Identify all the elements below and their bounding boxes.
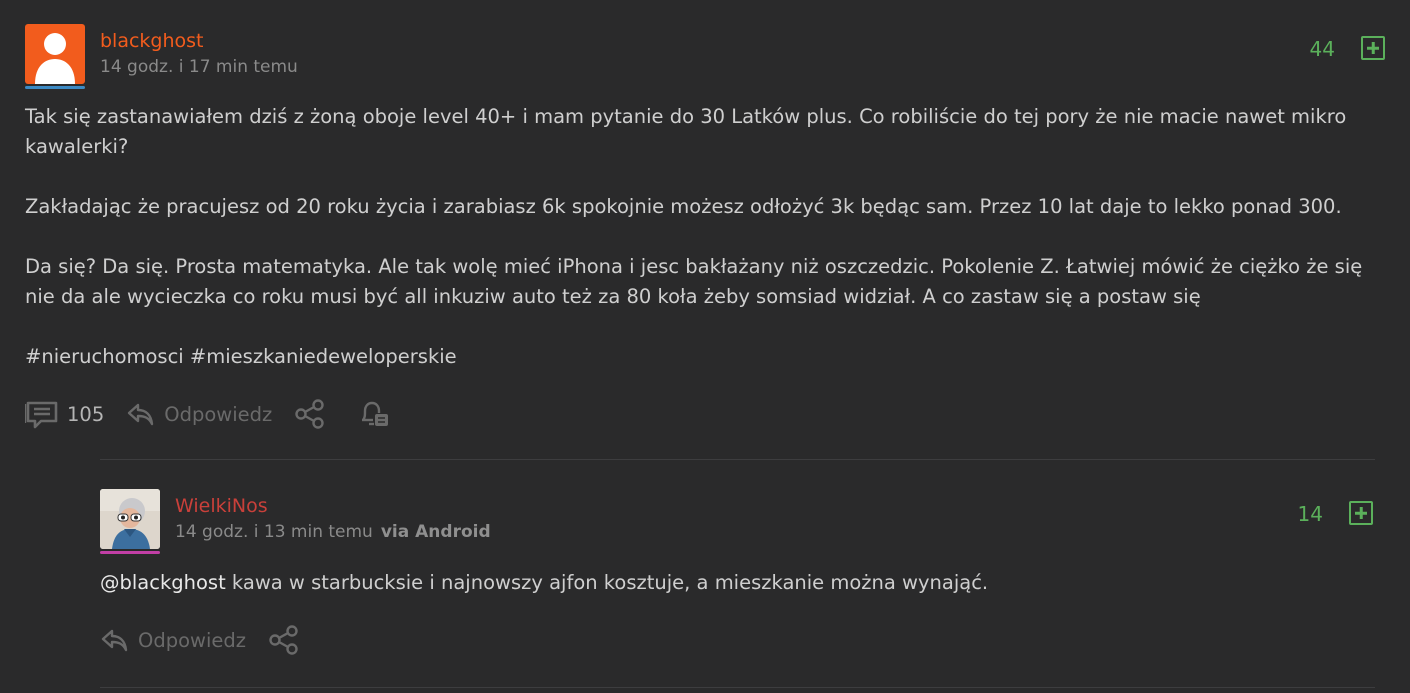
- user-photo-avatar: [100, 489, 160, 549]
- comment-meta: 14 godz. i 13 min temu via Android: [175, 521, 491, 543]
- author-name[interactable]: blackghost: [100, 29, 204, 53]
- comment-plus-vote-button[interactable]: [1349, 501, 1373, 525]
- default-avatar-icon: [35, 33, 75, 84]
- comments-count[interactable]: 105: [67, 403, 104, 426]
- reply-icon[interactable]: [126, 400, 154, 428]
- entry-body: Tak się zastanawiałem dziś z żoną oboje …: [25, 102, 1375, 372]
- entry-paragraph: [25, 162, 1375, 192]
- divider: [100, 459, 1375, 460]
- entry-paragraph: [25, 222, 1375, 252]
- comments-icon[interactable]: [25, 399, 59, 429]
- via-source: via Android: [380, 522, 491, 542]
- user-mention-link[interactable]: @blackghost: [100, 571, 226, 594]
- share-icon[interactable]: [294, 398, 326, 430]
- entry-tags[interactable]: #nieruchomosci #mieszkaniedeweloperskie: [25, 342, 1375, 372]
- post-thread: blackghost 14 godz. i 17 min temu 44 Tak…: [0, 0, 1410, 693]
- notification-bell-icon[interactable]: [358, 399, 390, 429]
- avatar-color-bar: [100, 551, 160, 554]
- share-icon[interactable]: [268, 624, 300, 656]
- avatar-color-bar: [25, 86, 85, 89]
- plus-vote-button[interactable]: [1361, 36, 1385, 60]
- entry-paragraph: Da się? Da się. Prosta matematyka. Ale t…: [25, 255, 1363, 308]
- entry-paragraph: Tak się zastanawiałem dziś z żoną oboje …: [25, 105, 1347, 158]
- entry-paragraph: Zakładając że pracujesz od 20 roku życia…: [25, 195, 1342, 218]
- reply-icon[interactable]: [100, 626, 128, 654]
- author-avatar[interactable]: [25, 24, 85, 89]
- comment-author-name[interactable]: WielkiNos: [175, 494, 268, 518]
- vote-count: 44: [1309, 37, 1335, 61]
- comment-body: @blackghost kawa w starbucksie i najnows…: [100, 568, 1375, 598]
- comment-text: kawa w starbucksie i najnowszy ajfon kos…: [225, 571, 989, 594]
- comment-author-avatar[interactable]: [100, 489, 160, 554]
- comment-timestamp[interactable]: 14 godz. i 13 min temu: [175, 522, 373, 542]
- reply-button[interactable]: Odpowiedz: [138, 629, 246, 652]
- post-timestamp[interactable]: 14 godz. i 17 min temu: [100, 56, 298, 78]
- entry-actions: 105 Odpowiedz: [25, 399, 390, 429]
- entry-paragraph: [25, 312, 1375, 342]
- divider: [100, 687, 1375, 688]
- comment-actions: Odpowiedz: [100, 624, 300, 656]
- reply-button[interactable]: Odpowiedz: [164, 403, 272, 426]
- comment-vote-count: 14: [1297, 502, 1323, 526]
